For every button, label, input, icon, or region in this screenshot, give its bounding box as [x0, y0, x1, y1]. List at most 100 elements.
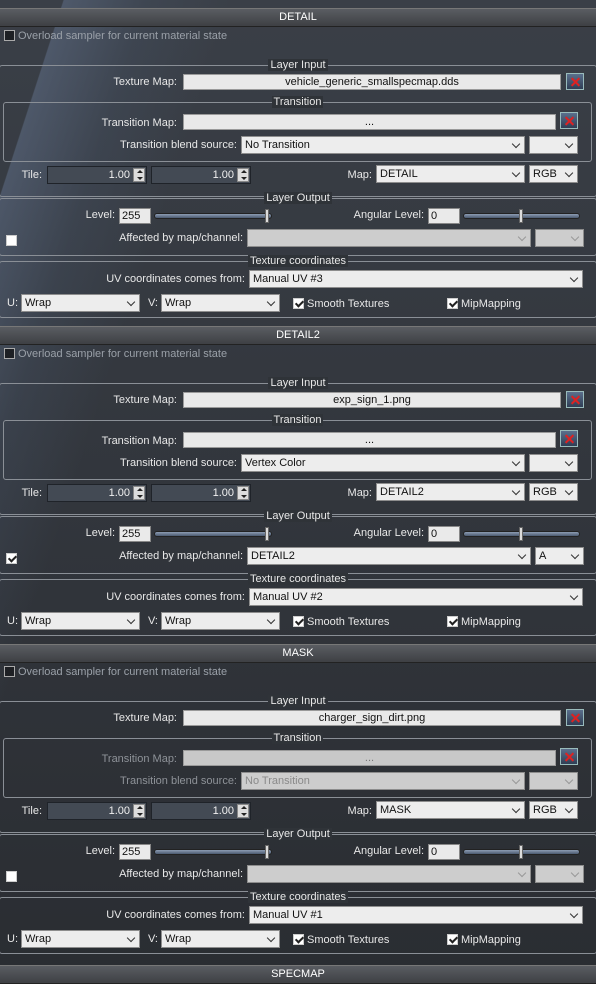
spin-arrows-icon[interactable]: [133, 486, 145, 500]
tile-u-spinbox[interactable]: 1.00: [47, 166, 147, 184]
transition-blend-select[interactable]: No Transition: [241, 772, 525, 790]
mip-label: MipMapping: [461, 934, 521, 946]
tile-u-spinbox[interactable]: 1.00: [47, 802, 147, 820]
smooth-textures-checkbox[interactable]: Smooth Textures: [293, 614, 389, 630]
checkbox-box[interactable]: [4, 665, 15, 677]
texture-map-field[interactable]: vehicle_generic_smallspecmap.dds: [183, 74, 561, 90]
checkbox-box[interactable]: [293, 615, 304, 627]
tile-label: Tile:: [21, 169, 42, 181]
spin-arrows-icon[interactable]: [237, 168, 249, 182]
tile-v-spinbox[interactable]: 1.00: [151, 802, 251, 820]
panel-header[interactable]: MASK: [0, 644, 596, 663]
checkbox-box[interactable]: [4, 29, 15, 41]
checkbox-box[interactable]: [293, 297, 304, 309]
level-slider[interactable]: [154, 845, 272, 859]
angular-level-value[interactable]: 0: [428, 526, 460, 542]
affected-map-select[interactable]: DETAIL2: [247, 547, 531, 565]
panel-header[interactable]: DETAIL: [0, 8, 596, 27]
angular-slider-thumb[interactable]: [519, 527, 523, 541]
map-select[interactable]: MASK: [376, 801, 525, 819]
affected-checkbox[interactable]: [6, 553, 17, 564]
angular-level-value[interactable]: 0: [428, 844, 460, 860]
angular-level-slider[interactable]: [463, 209, 580, 223]
texture-map-field[interactable]: charger_sign_dirt.png: [183, 710, 561, 726]
level-slider-thumb[interactable]: [265, 845, 269, 859]
clear-texture-icon[interactable]: [566, 391, 584, 408]
channel-select[interactable]: RGB: [529, 483, 578, 501]
v-wrap-select[interactable]: Wrap: [161, 294, 280, 312]
transition-map-field[interactable]: ...: [183, 432, 556, 448]
texture-map-field[interactable]: exp_sign_1.png: [183, 392, 561, 408]
checkbox-box[interactable]: [4, 347, 15, 359]
level-slider-thumb[interactable]: [265, 209, 269, 223]
uv-source-select[interactable]: Manual UV #3: [249, 270, 583, 288]
level-slider[interactable]: [154, 527, 272, 541]
angular-level-slider[interactable]: [463, 845, 580, 859]
affected-checkbox[interactable]: [6, 871, 17, 882]
checkbox-box[interactable]: [447, 933, 458, 945]
clear-texture-icon[interactable]: [566, 73, 584, 90]
overload-sampler-checkbox[interactable]: Overload sampler for current material st…: [4, 29, 227, 43]
layer-input-title: Layer Input: [268, 377, 328, 389]
level-value[interactable]: 255: [119, 526, 151, 542]
affected-map-value: DETAIL2: [251, 550, 295, 562]
affected-channel-select[interactable]: [535, 865, 584, 883]
map-select[interactable]: DETAIL: [376, 165, 525, 183]
mipmapping-checkbox[interactable]: MipMapping: [447, 614, 521, 630]
transition-map-field[interactable]: ...: [183, 750, 556, 766]
affected-channel-select[interactable]: A: [535, 547, 584, 565]
uv-source-select[interactable]: Manual UV #1: [249, 906, 583, 924]
level-slider[interactable]: [154, 209, 272, 223]
smooth-textures-checkbox[interactable]: Smooth Textures: [293, 932, 389, 948]
overload-sampler-checkbox[interactable]: Overload sampler for current material st…: [4, 347, 227, 361]
transition-blend-select[interactable]: No Transition: [241, 136, 525, 154]
map-select[interactable]: DETAIL2: [376, 483, 525, 501]
affected-checkbox[interactable]: [6, 235, 17, 246]
tile-u-spinbox[interactable]: 1.00: [47, 484, 147, 502]
transition-blend-select[interactable]: Vertex Color: [241, 454, 525, 472]
u-wrap-select[interactable]: Wrap: [21, 612, 140, 630]
angular-level-slider[interactable]: [463, 527, 580, 541]
level-value[interactable]: 255: [119, 208, 151, 224]
level-slider-thumb[interactable]: [265, 527, 269, 541]
tile-v-spinbox[interactable]: 1.00: [151, 166, 251, 184]
u-wrap-value: Wrap: [25, 615, 52, 627]
clear-transition-icon[interactable]: [560, 748, 578, 765]
angular-level-value[interactable]: 0: [428, 208, 460, 224]
panel-header-specmap[interactable]: SPECMAP: [0, 965, 596, 984]
angular-slider-thumb[interactable]: [519, 845, 523, 859]
checkbox-box[interactable]: [447, 615, 458, 627]
spin-arrows-icon[interactable]: [237, 804, 249, 818]
mipmapping-checkbox[interactable]: MipMapping: [447, 296, 521, 312]
panel-header[interactable]: DETAIL2: [0, 326, 596, 345]
u-wrap-select[interactable]: Wrap: [21, 294, 140, 312]
smooth-textures-checkbox[interactable]: Smooth Textures: [293, 296, 389, 312]
u-wrap-select[interactable]: Wrap: [21, 930, 140, 948]
level-value[interactable]: 255: [119, 844, 151, 860]
channel-select[interactable]: RGB: [529, 165, 578, 183]
transition-channel-select[interactable]: [529, 136, 578, 154]
affected-channel-select[interactable]: [535, 229, 584, 247]
affected-map-select[interactable]: [247, 865, 531, 883]
spin-arrows-icon[interactable]: [133, 804, 145, 818]
spin-arrows-icon[interactable]: [133, 168, 145, 182]
overload-sampler-checkbox[interactable]: Overload sampler for current material st…: [4, 665, 227, 679]
clear-transition-icon[interactable]: [560, 430, 578, 447]
uv-source-select[interactable]: Manual UV #2: [249, 588, 583, 606]
spin-arrows-icon[interactable]: [237, 486, 249, 500]
clear-transition-icon[interactable]: [560, 112, 578, 129]
channel-select[interactable]: RGB: [529, 801, 578, 819]
tile-v-spinbox[interactable]: 1.00: [151, 484, 251, 502]
angular-slider-thumb[interactable]: [519, 209, 523, 223]
clear-texture-icon[interactable]: [566, 709, 584, 726]
transition-map-field[interactable]: ...: [183, 114, 556, 130]
affected-map-select[interactable]: [247, 229, 531, 247]
v-wrap-select[interactable]: Wrap: [161, 930, 280, 948]
mipmapping-checkbox[interactable]: MipMapping: [447, 932, 521, 948]
v-wrap-select[interactable]: Wrap: [161, 612, 280, 630]
transition-channel-select[interactable]: [529, 454, 578, 472]
checkbox-box[interactable]: [447, 297, 458, 309]
layer-panel-detail2: DETAIL2 Overload sampler for current mat…: [0, 326, 596, 642]
transition-channel-select[interactable]: [529, 772, 578, 790]
checkbox-box[interactable]: [293, 933, 304, 945]
